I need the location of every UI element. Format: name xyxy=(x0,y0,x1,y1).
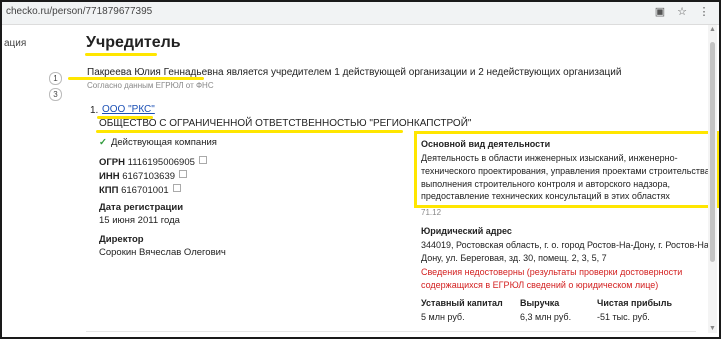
scroll-down-arrow-icon[interactable]: ▼ xyxy=(708,324,717,333)
ogrn-value: 1116195006905 xyxy=(127,157,195,168)
menu-dots-icon[interactable]: ⋮ xyxy=(696,4,712,20)
address-label: Юридический адрес xyxy=(421,226,512,236)
director-value[interactable]: Сорокин Вячеслав Олегович xyxy=(99,247,226,258)
favorite-star-icon[interactable]: ☆ xyxy=(674,4,690,20)
activity-description: Деятельность в области инженерных изыска… xyxy=(421,153,713,202)
kpp-value: 616701001 xyxy=(121,185,169,196)
copy-icon[interactable] xyxy=(198,156,207,164)
revenue-label: Выручка xyxy=(520,298,560,308)
activity-code: 71.12 xyxy=(421,208,442,217)
reg-date-value: 15 июня 2011 года xyxy=(99,215,180,226)
kpp-row: КПП 616701001 xyxy=(99,184,181,196)
section-divider xyxy=(86,331,696,332)
reg-date-label: Дата регистрации xyxy=(99,202,184,213)
browser-address-bar: checko.ru/person/771879677395 ▣ ☆ ⋮ xyxy=(2,2,719,25)
sidebar-count-badge: 1 xyxy=(49,72,62,85)
kpp-label: КПП xyxy=(99,185,119,196)
copy-icon[interactable] xyxy=(179,170,188,178)
sidebar-count-badge: 3 xyxy=(49,88,62,101)
copy-icon[interactable] xyxy=(172,184,181,192)
company-status: ✓ Действующая компания xyxy=(99,137,217,148)
org-index: 1. xyxy=(90,105,99,116)
ogrn-label: ОГРН xyxy=(99,157,125,168)
founder-highlight xyxy=(68,77,204,80)
status-label: Действующая компания xyxy=(110,137,217,148)
scroll-up-arrow-icon[interactable]: ▲ xyxy=(708,25,717,34)
revenue-value: 6,3 млн руб. xyxy=(520,312,572,322)
url-text[interactable]: checko.ru/person/771879677395 xyxy=(6,6,152,17)
title-highlight xyxy=(85,53,157,56)
check-icon: ✓ xyxy=(99,137,107,148)
page-title: Учредитель xyxy=(86,34,181,51)
org-full-highlight xyxy=(96,130,403,133)
org-short-name-link[interactable]: ООО "РКС" xyxy=(102,104,155,115)
capital-label: Уставный капитал xyxy=(421,298,503,308)
sidebar: ация 1 3 xyxy=(2,25,66,337)
ogrn-row: ОГРН 1116195006905 xyxy=(99,156,207,168)
main-content: Учредитель Пакреева Юлия Геннадьевна явл… xyxy=(66,25,719,337)
profit-value: -51 тыс. руб. xyxy=(597,312,650,322)
org-full-name: ОБЩЕСТВО С ОГРАНИЧЕННОЙ ОТВЕТСТВЕННОСТЬЮ… xyxy=(99,118,472,129)
activity-label: Основной вид деятельности xyxy=(421,139,551,149)
capital-value: 5 млн руб. xyxy=(421,312,465,322)
profit-label: Чистая прибыль xyxy=(597,298,672,308)
founder-description: является учредителем 1 действующей орган… xyxy=(223,67,622,78)
inn-value: 6167103639 xyxy=(122,171,176,182)
director-label: Директор xyxy=(99,234,144,245)
sidebar-item-label[interactable]: ация xyxy=(4,38,26,49)
inn-label: ИНН xyxy=(99,171,120,182)
inn-row: ИНН 6167103639 xyxy=(99,170,188,182)
source-note: Согласно данным ЕГРЮЛ от ФНС xyxy=(87,81,214,90)
address-value: 344019, Ростовская область, г. о. город … xyxy=(421,240,712,263)
address-warning: Сведения недостоверны (результаты провер… xyxy=(421,267,683,290)
screenshot-frame: checko.ru/person/771879677395 ▣ ☆ ⋮ ация… xyxy=(0,0,721,339)
screenshot-icon[interactable]: ▣ xyxy=(652,4,668,20)
scrollbar-thumb[interactable] xyxy=(710,42,715,262)
